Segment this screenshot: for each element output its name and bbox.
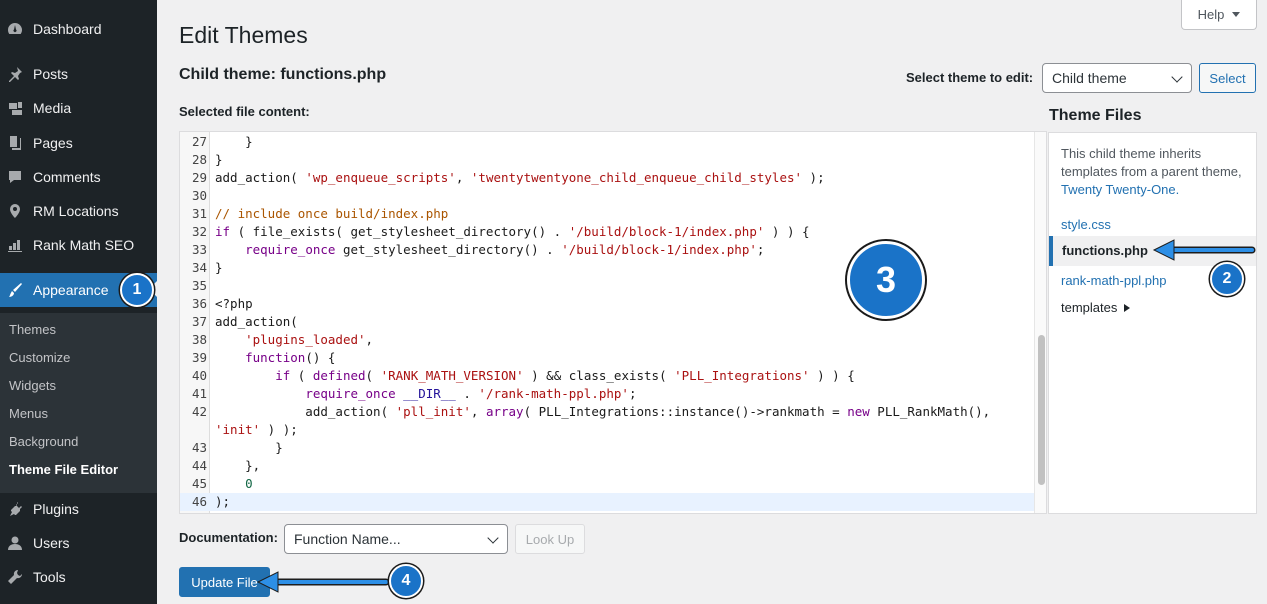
page-title: Edit Themes bbox=[179, 22, 308, 48]
submenu-item-themes[interactable]: Themes bbox=[9, 322, 56, 337]
parent-theme-link[interactable]: Twenty Twenty-One. bbox=[1061, 182, 1179, 197]
sidebar-item-dashboard[interactable]: Dashboard bbox=[0, 13, 157, 45]
callout-arrow-icon bbox=[256, 571, 390, 593]
file-heading: Child theme: functions.php bbox=[179, 66, 387, 83]
pages-icon bbox=[7, 135, 23, 151]
callout-badge-1: 1 bbox=[120, 273, 154, 307]
sidebar-item-label: Users bbox=[33, 535, 70, 551]
select-theme-label: Select theme to edit: bbox=[906, 70, 1034, 85]
sidebar-item-label: Comments bbox=[33, 169, 101, 185]
help-label: Help bbox=[1197, 7, 1225, 22]
documentation-label: Documentation: bbox=[179, 530, 278, 545]
sidebar-item-label: Appearance bbox=[33, 282, 109, 298]
triangle-right-icon bbox=[1124, 303, 1131, 312]
sidebar-item-label: Plugins bbox=[33, 501, 79, 517]
scroll-thumb[interactable] bbox=[1038, 335, 1045, 485]
wrench-icon bbox=[7, 569, 23, 585]
documentation-select[interactable]: Function Name... bbox=[284, 524, 508, 554]
help-button[interactable]: Help bbox=[1181, 0, 1257, 30]
sidebar-item-plugins[interactable]: Plugins bbox=[0, 493, 157, 525]
caret-down-icon bbox=[1232, 12, 1241, 17]
sidebar-item-media[interactable]: Media bbox=[0, 92, 157, 124]
file-link-rank-math-ppl[interactable]: rank-math-ppl.php bbox=[1061, 273, 1167, 288]
submenu-item-background[interactable]: Background bbox=[9, 434, 78, 449]
sidebar-item-comments[interactable]: Comments bbox=[0, 161, 157, 193]
chart-icon bbox=[7, 237, 23, 253]
theme-select[interactable]: Child theme bbox=[1042, 63, 1192, 93]
dashboard-icon bbox=[7, 21, 23, 37]
callout-arrow-icon bbox=[1152, 239, 1256, 261]
comment-icon bbox=[7, 169, 23, 185]
callout-badge-4: 4 bbox=[389, 564, 423, 598]
pin-icon bbox=[7, 66, 23, 82]
plugin-icon bbox=[7, 501, 23, 517]
location-icon bbox=[7, 203, 23, 219]
submenu-item-widgets[interactable]: Widgets bbox=[9, 378, 56, 393]
sidebar-item-label: Dashboard bbox=[33, 21, 102, 37]
chevron-down-icon bbox=[1171, 71, 1183, 83]
sidebar-item-label: Media bbox=[33, 100, 72, 116]
callout-badge-2: 2 bbox=[1210, 262, 1244, 296]
sidebar-item-label: Rank Math SEO bbox=[33, 237, 135, 253]
sidebar-item-pages[interactable]: Pages bbox=[0, 127, 157, 159]
look-up-button[interactable]: Look Up bbox=[515, 524, 585, 554]
documentation-select-value: Function Name... bbox=[294, 531, 401, 547]
appearance-submenu: Themes Customize Widgets Menus Backgroun… bbox=[0, 313, 157, 493]
theme-files-title: Theme Files bbox=[1049, 107, 1142, 124]
submenu-item-menus[interactable]: Menus bbox=[9, 406, 48, 421]
theme-select-value: Child theme bbox=[1052, 70, 1127, 86]
inherit-text: This child theme inherits templates from… bbox=[1061, 146, 1242, 197]
sidebar-item-label: Pages bbox=[33, 135, 73, 151]
sidebar-item-tools[interactable]: Tools bbox=[0, 561, 157, 593]
code-editor[interactable]: 27 } 28} 29 add_action( 'wp_enqueue_scrip… bbox=[179, 131, 1047, 514]
user-icon bbox=[7, 535, 23, 551]
submenu-item-theme-file-editor[interactable]: Theme File Editor bbox=[9, 462, 118, 477]
sidebar-item-rank-math-seo[interactable]: Rank Math SEO bbox=[0, 229, 157, 261]
select-button[interactable]: Select bbox=[1199, 63, 1256, 93]
sidebar-item-users[interactable]: Users bbox=[0, 527, 157, 559]
editor-scrollbar[interactable] bbox=[1034, 132, 1046, 513]
sidebar-item-posts[interactable]: Posts bbox=[0, 58, 157, 90]
callout-badge-3: 3 bbox=[847, 241, 925, 319]
theme-files-panel: This child theme inherits templates from… bbox=[1048, 132, 1257, 514]
chevron-down-icon bbox=[487, 532, 499, 544]
sidebar-item-label: Tools bbox=[33, 569, 66, 585]
file-link-style-css[interactable]: style.css bbox=[1061, 217, 1111, 232]
media-icon bbox=[7, 100, 23, 116]
sidebar-item-label: Posts bbox=[33, 66, 69, 82]
brush-icon bbox=[7, 282, 23, 298]
content-label: Selected file content: bbox=[179, 104, 310, 119]
submenu-item-customize[interactable]: Customize bbox=[9, 350, 70, 365]
templates-toggle[interactable]: templates bbox=[1061, 300, 1131, 315]
sidebar-item-label: RM Locations bbox=[33, 203, 119, 219]
sidebar-item-rm-locations[interactable]: RM Locations bbox=[0, 195, 157, 227]
